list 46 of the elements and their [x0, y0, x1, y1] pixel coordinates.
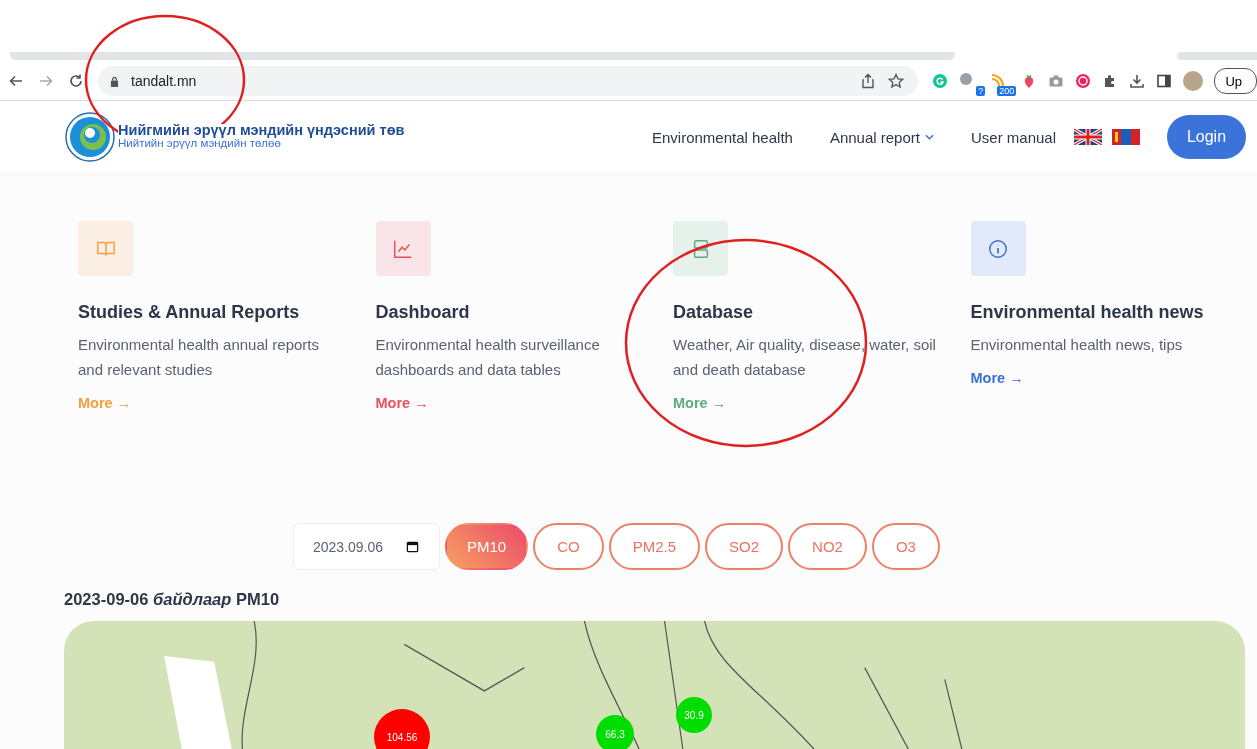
nav-link[interactable]: Annual report: [829, 128, 934, 146]
logo-subtitle: Нийтийн эрүүл мэндийн төлөө: [118, 137, 281, 150]
calendar-icon[interactable]: [406, 540, 419, 553]
card-description: Environmental health surveillance dashboards and data tables: [375, 335, 601, 380]
pollutant-button[interactable]: O3: [871, 523, 940, 570]
card-title: Environmental health news: [970, 302, 1204, 323]
card-title: Dashboard: [375, 302, 470, 323]
login-button[interactable]: Login: [1167, 115, 1246, 159]
more-link[interactable]: More →: [673, 395, 727, 411]
pollutant-button[interactable]: SO2: [705, 523, 784, 570]
card-description: Environmental health annual reports and relevant studies: [78, 335, 320, 380]
extension-badge: ?: [976, 86, 986, 96]
more-link[interactable]: More →: [78, 395, 132, 411]
rss-icon[interactable]: [990, 72, 1007, 88]
side-panel-icon[interactable]: [1156, 73, 1173, 89]
info-icon: [987, 237, 1009, 260]
pollutant-button[interactable]: PM10: [445, 523, 529, 570]
extension-icon[interactable]: [1075, 73, 1092, 89]
share-icon[interactable]: [860, 73, 877, 89]
logo-icon: [65, 112, 115, 162]
update-button[interactable]: Up: [1214, 68, 1257, 94]
back-icon[interactable]: [8, 73, 24, 89]
pollutant-button[interactable]: CO: [533, 523, 604, 570]
card-title: Database: [673, 302, 754, 323]
pollutant-button[interactable]: PM2.5: [608, 523, 701, 570]
nav-link[interactable]: User manual: [970, 128, 1056, 146]
pollutant-button[interactable]: NO2: [788, 523, 867, 570]
download-icon[interactable]: [1129, 73, 1146, 89]
logo-title: Нийгмийн эрүүл мэндийн үндэсний төв: [118, 124, 405, 137]
extension-badge: 200: [997, 86, 1017, 96]
address-bar[interactable]: tandalt.mn: [98, 66, 919, 96]
card-description: Weather, Air quality, disease, water, soil and death database: [673, 335, 937, 380]
mongolia-flag-icon[interactable]: [1112, 129, 1140, 145]
star-icon[interactable]: [888, 73, 905, 89]
date-field[interactable]: 2023.09.06: [293, 523, 440, 570]
card-description: Environmental health news, tips: [970, 335, 1184, 355]
more-link[interactable]: More →: [970, 370, 1024, 386]
chevron-down-icon: [924, 134, 934, 140]
nav-link[interactable]: Environmental health: [651, 128, 793, 146]
lock-icon: [110, 75, 119, 87]
card-title: Studies & Annual Reports: [78, 302, 300, 323]
uk-flag-icon[interactable]: [1074, 129, 1102, 145]
map-heading: 2023-09-06 байдлаар PM10: [64, 590, 281, 609]
more-link[interactable]: More →: [375, 395, 429, 411]
reload-icon[interactable]: [68, 73, 84, 89]
camera-icon[interactable]: [1048, 73, 1065, 89]
